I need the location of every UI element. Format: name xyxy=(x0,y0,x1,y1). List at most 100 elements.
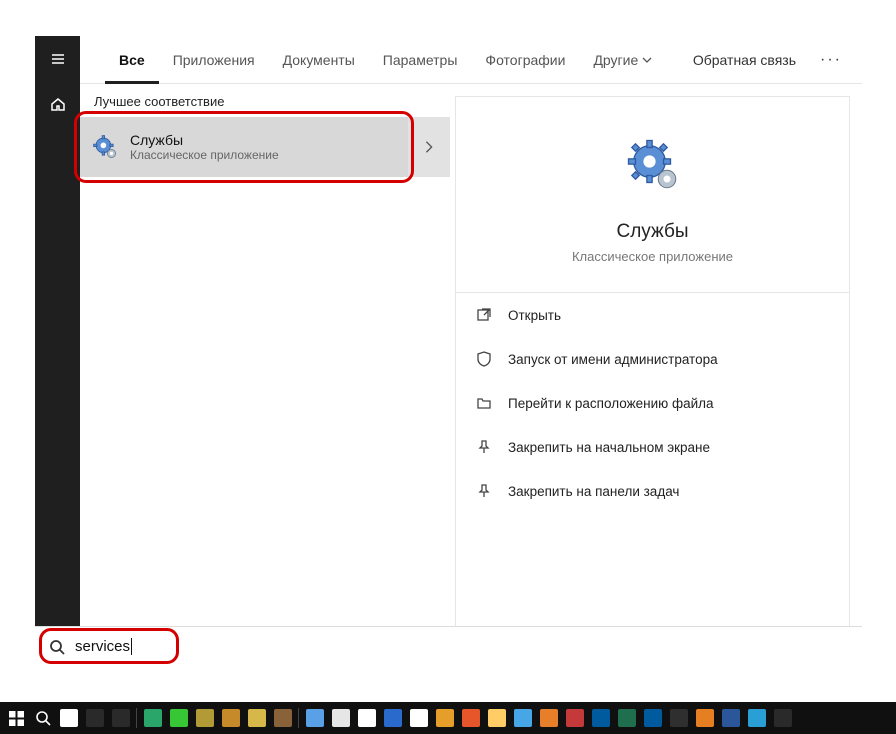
taskbar-app-27[interactable] xyxy=(718,704,743,732)
app-icon xyxy=(488,709,506,727)
services-gear-icon xyxy=(92,134,118,160)
pin-icon xyxy=(476,439,492,455)
app-icon xyxy=(222,709,240,727)
search-rail xyxy=(35,36,80,666)
app-icon xyxy=(144,709,162,727)
taskbar-app-6[interactable] xyxy=(192,704,217,732)
taskbar-app-28[interactable] xyxy=(744,704,769,732)
app-icon xyxy=(696,709,714,727)
action-open-file-location[interactable]: Перейти к расположению файла xyxy=(456,381,849,425)
app-icon xyxy=(332,709,350,727)
taskbar-app-25[interactable] xyxy=(666,704,691,732)
open-icon xyxy=(476,307,492,323)
app-icon xyxy=(670,709,688,727)
action-pin-taskbar-label: Закрепить на панели задач xyxy=(508,484,679,499)
chevron-down-icon xyxy=(642,55,652,65)
tab-photos[interactable]: Фотографии xyxy=(471,36,579,84)
taskbar-app-20[interactable] xyxy=(536,704,561,732)
app-icon xyxy=(86,709,104,727)
app-icon xyxy=(540,709,558,727)
taskbar-app-18[interactable] xyxy=(484,704,509,732)
app-icon xyxy=(436,709,454,727)
search-icon xyxy=(49,639,65,655)
app-icon xyxy=(112,709,130,727)
tab-all[interactable]: Все xyxy=(105,36,159,84)
app-icon xyxy=(514,709,532,727)
taskbar-app-icons xyxy=(56,704,795,732)
action-admin-label: Запуск от имени администратора xyxy=(508,352,718,367)
app-icon xyxy=(306,709,324,727)
app-icon xyxy=(618,709,636,727)
taskbar-app-5[interactable] xyxy=(166,704,191,732)
action-open[interactable]: Открыть xyxy=(456,293,849,337)
app-icon xyxy=(358,709,376,727)
tab-settings[interactable]: Параметры xyxy=(369,36,472,84)
taskbar-app-16[interactable] xyxy=(432,704,457,732)
action-pin-to-start[interactable]: Закрепить на начальном экране xyxy=(456,425,849,469)
services-large-icon xyxy=(625,137,681,193)
action-pin-to-taskbar[interactable]: Закрепить на панели задач xyxy=(456,469,849,513)
details-title: Службы xyxy=(617,221,689,243)
shield-icon xyxy=(476,351,492,367)
taskbar-app-14[interactable] xyxy=(380,704,405,732)
start-button[interactable] xyxy=(4,704,29,732)
taskbar-app-24[interactable] xyxy=(640,704,665,732)
taskbar-app-2[interactable] xyxy=(108,704,133,732)
app-icon xyxy=(644,709,662,727)
pin-icon xyxy=(476,483,492,499)
tab-documents[interactable]: Документы xyxy=(269,36,369,84)
result-details-pane: Службы Классическое приложение Открыть З… xyxy=(455,96,850,656)
app-icon xyxy=(748,709,766,727)
tab-more[interactable]: Другие xyxy=(579,36,666,84)
taskbar-search-button[interactable] xyxy=(30,704,55,732)
app-icon xyxy=(410,709,428,727)
app-icon xyxy=(196,709,214,727)
taskbar-app-26[interactable] xyxy=(692,704,717,732)
app-icon xyxy=(60,709,78,727)
taskbar-app-19[interactable] xyxy=(510,704,535,732)
taskbar-separator xyxy=(136,708,137,728)
taskbar-app-21[interactable] xyxy=(562,704,587,732)
search-input-bar[interactable]: services xyxy=(35,626,862,666)
action-run-as-admin[interactable]: Запуск от имени администратора xyxy=(456,337,849,381)
taskbar-app-7[interactable] xyxy=(218,704,243,732)
app-icon xyxy=(774,709,792,727)
best-match-result-row: Службы Классическое приложение xyxy=(80,117,450,177)
folder-icon xyxy=(476,395,492,411)
action-pin-start-label: Закрепить на начальном экране xyxy=(508,440,710,455)
action-location-label: Перейти к расположению файла xyxy=(508,396,714,411)
details-actions-list: Открыть Запуск от имени администратора П… xyxy=(456,292,849,513)
taskbar-app-4[interactable] xyxy=(140,704,165,732)
result-subtitle: Классическое приложение xyxy=(130,148,279,162)
action-open-label: Открыть xyxy=(508,308,561,323)
more-options-button[interactable]: ··· xyxy=(810,51,852,69)
app-icon xyxy=(566,709,584,727)
hamburger-menu-button[interactable] xyxy=(35,36,80,81)
taskbar-app-8[interactable] xyxy=(244,704,269,732)
taskbar-app-15[interactable] xyxy=(406,704,431,732)
taskbar-app-0[interactable] xyxy=(56,704,81,732)
app-icon xyxy=(248,709,266,727)
details-subtitle: Классическое приложение xyxy=(572,249,733,264)
taskbar-app-17[interactable] xyxy=(458,704,483,732)
taskbar-app-13[interactable] xyxy=(354,704,379,732)
result-services[interactable]: Службы Классическое приложение xyxy=(80,117,408,177)
result-title: Службы xyxy=(130,132,279,148)
result-expand-arrow[interactable] xyxy=(408,117,450,177)
search-input-text: services xyxy=(75,638,132,655)
app-icon xyxy=(462,709,480,727)
app-icon xyxy=(592,709,610,727)
tab-more-label: Другие xyxy=(593,52,638,68)
taskbar-app-23[interactable] xyxy=(614,704,639,732)
tab-apps[interactable]: Приложения xyxy=(159,36,269,84)
feedback-link[interactable]: Обратная связь xyxy=(679,52,810,68)
app-icon xyxy=(722,709,740,727)
taskbar-app-1[interactable] xyxy=(82,704,107,732)
taskbar-app-11[interactable] xyxy=(302,704,327,732)
app-icon xyxy=(274,709,292,727)
taskbar-app-22[interactable] xyxy=(588,704,613,732)
home-button[interactable] xyxy=(35,81,80,126)
taskbar-app-12[interactable] xyxy=(328,704,353,732)
taskbar-app-9[interactable] xyxy=(270,704,295,732)
taskbar-app-29[interactable] xyxy=(770,704,795,732)
